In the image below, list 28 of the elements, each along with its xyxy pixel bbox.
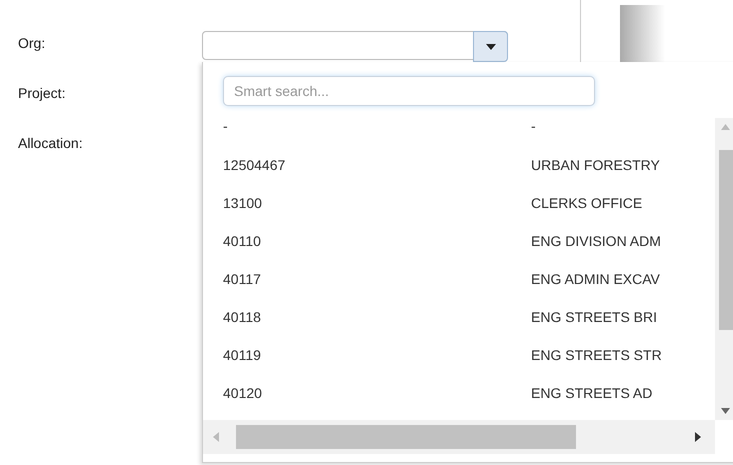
- search-field[interactable]: Smart search...: [223, 76, 595, 106]
- scroll-up-icon[interactable]: [721, 124, 730, 130]
- name-cell[interactable]: URBAN FORESTRY: [531, 157, 660, 173]
- scroll-left-icon[interactable]: [213, 432, 219, 442]
- field-label: Allocation:: [18, 134, 83, 152]
- code-cell[interactable]: 13100: [203, 195, 531, 211]
- code-cell[interactable]: 12504467: [203, 157, 531, 173]
- code-cell[interactable]: 40110: [203, 233, 531, 249]
- dropdown-button[interactable]: [473, 31, 508, 62]
- field-label: Project:: [18, 84, 66, 102]
- name-cell[interactable]: CLERKS OFFICE: [531, 195, 642, 211]
- name-cell[interactable]: ENG ADMIN EXCAV: [531, 271, 660, 287]
- code-cell[interactable]: 40117: [203, 271, 531, 287]
- name-cell[interactable]: ENG STREETS BRI: [531, 309, 658, 325]
- horizontal-scrollbar[interactable]: [203, 420, 715, 454]
- code-cell[interactable]: 40119: [203, 347, 531, 363]
- field-label: Org:: [18, 34, 46, 52]
- name-cell[interactable]: ENG STREETS STR: [531, 347, 662, 363]
- code-cell[interactable]: 40120: [203, 385, 531, 401]
- vertical-scrollbar[interactable]: [715, 118, 733, 420]
- scroll-right-icon[interactable]: [695, 432, 701, 442]
- caret-icon: [486, 44, 496, 50]
- name-cell[interactable]: ENG STREETS AD: [531, 385, 652, 401]
- code-cell[interactable]: -: [203, 118, 531, 134]
- name-cell[interactable]: -: [531, 118, 536, 134]
- name-cell[interactable]: ENG DIVISION ADM: [531, 233, 661, 249]
- code-cell[interactable]: 40118: [203, 309, 531, 325]
- scroll-down-icon[interactable]: [721, 408, 730, 414]
